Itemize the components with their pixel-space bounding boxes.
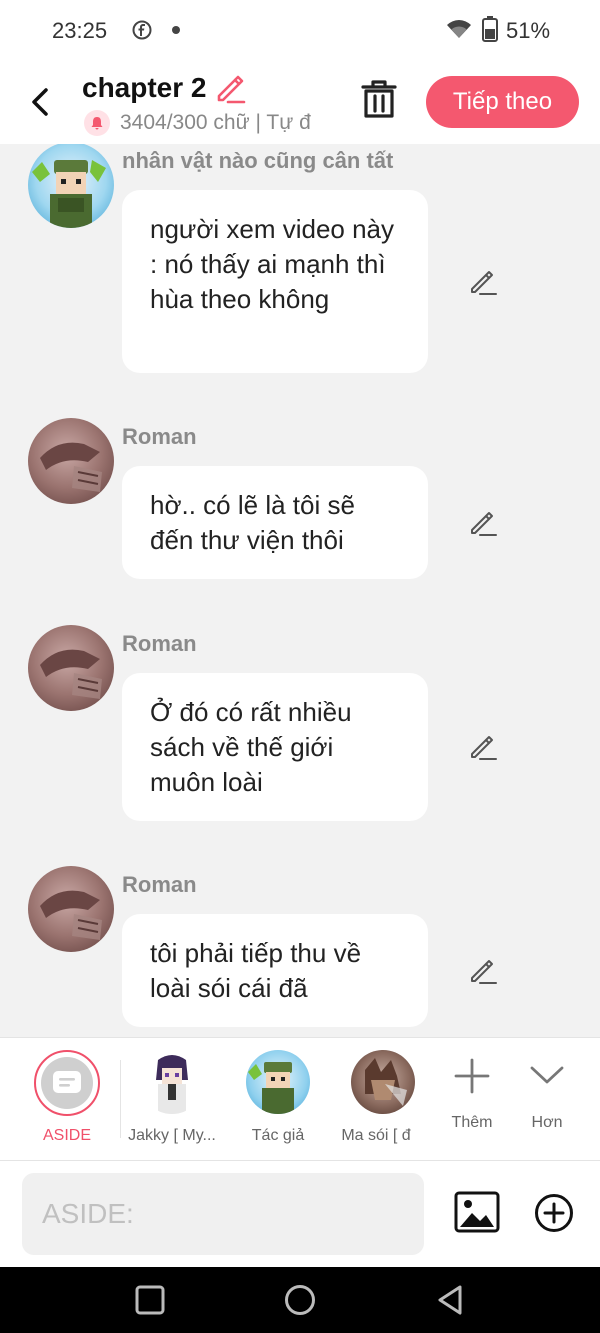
- message-bubble[interactable]: người xem video này : nó thấy ai mạnh th…: [122, 190, 428, 373]
- home-circle-icon[interactable]: [284, 1284, 316, 1316]
- battery-icon: [482, 16, 498, 42]
- edit-title-pencil-icon[interactable]: [214, 72, 246, 104]
- add-circle-icon[interactable]: [534, 1193, 574, 1233]
- message-character-name: Roman: [122, 424, 197, 449]
- add-character-label[interactable]: Thêm: [444, 1114, 500, 1132]
- plus-icon[interactable]: [454, 1058, 490, 1094]
- word-count-text: 3404/300 chữ | Tự đ: [120, 111, 311, 134]
- message-character-name: Roman: [122, 631, 197, 656]
- character-label: Tác giả: [251, 1127, 305, 1144]
- wifi-icon: [447, 20, 471, 38]
- recents-square-icon[interactable]: [134, 1284, 166, 1316]
- chapter-title[interactable]: chapter 2: [82, 72, 207, 104]
- roman-avatar[interactable]: [28, 418, 114, 504]
- image-icon[interactable]: [454, 1191, 500, 1233]
- status-time: 23:25: [52, 18, 108, 43]
- facebook-notification-icon: [132, 20, 152, 40]
- back-triangle-icon[interactable]: [434, 1284, 466, 1316]
- message-bubble[interactable]: hờ.. có lẽ là tôi sẽ đến thư viện thôi: [122, 466, 428, 579]
- notification-dot-icon: [172, 26, 180, 34]
- battery-percent: 51%: [506, 18, 551, 43]
- bell-icon: [84, 110, 110, 136]
- edit-message-icon[interactable]: [468, 956, 498, 986]
- character-author-avatar[interactable]: [246, 1050, 310, 1114]
- input-area: [0, 1160, 600, 1267]
- character-label: Jakky [ My...: [128, 1127, 216, 1144]
- character-jakky-avatar[interactable]: [140, 1050, 204, 1114]
- more-label[interactable]: Hơn: [520, 1114, 574, 1132]
- toolbar-divider: [120, 1060, 121, 1138]
- trash-icon[interactable]: [360, 78, 398, 120]
- next-button[interactable]: Tiếp theo: [426, 76, 579, 128]
- message-bubble[interactable]: tôi phải tiếp thu về loài sói cái đã: [122, 914, 428, 1027]
- character-label: Ma sói [ đ: [341, 1127, 411, 1144]
- character-toolbar: ASIDE Jakky [ My... Tác giả Ma sói [đ T…: [0, 1037, 600, 1160]
- message-bubble[interactable]: Ở đó có rất nhiều sách về thế giới muôn …: [122, 673, 428, 821]
- aside-label: ASIDE: [42, 1127, 91, 1144]
- chevron-down-icon[interactable]: [528, 1058, 566, 1092]
- aside-button[interactable]: [34, 1050, 100, 1116]
- chat-area[interactable]: nhân vật nào cũng cân tất người xem vide…: [0, 144, 600, 1037]
- system-navigation-bar: [0, 1267, 600, 1333]
- back-arrow-icon[interactable]: [24, 82, 58, 122]
- status-bar: 23:25 51%: [0, 0, 600, 62]
- roman-avatar[interactable]: [28, 866, 114, 952]
- message-character-name: Roman: [122, 872, 197, 897]
- roman-avatar[interactable]: [28, 625, 114, 711]
- message-character-name: nhân vật nào cũng cân tất: [122, 148, 394, 173]
- author-avatar[interactable]: [28, 144, 114, 228]
- editor-header: chapter 2 3404/300 chữ | Tự đ Tiếp theo: [0, 62, 600, 144]
- edit-message-icon[interactable]: [468, 732, 498, 762]
- edit-message-icon[interactable]: [468, 267, 498, 297]
- character-werewolf-avatar[interactable]: [351, 1050, 415, 1114]
- edit-message-icon[interactable]: [468, 508, 498, 538]
- aside-icon: [41, 1057, 93, 1109]
- aside-input[interactable]: [22, 1173, 424, 1255]
